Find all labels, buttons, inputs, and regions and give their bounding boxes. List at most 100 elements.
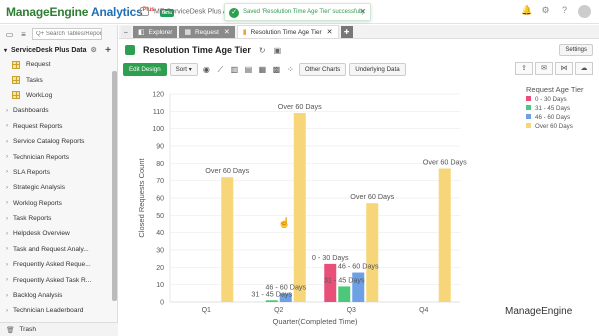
grouped-bar-icon[interactable]: ▩ bbox=[271, 64, 282, 75]
sidebar-folder[interactable]: › Request Reports bbox=[0, 119, 117, 134]
sidebar-folder[interactable]: › Technician Reports bbox=[0, 149, 117, 164]
logo-product: Analytics bbox=[90, 5, 143, 19]
y-tick-label: 30 bbox=[156, 248, 164, 255]
sidebar-item-label: Technician Reports bbox=[13, 153, 70, 161]
sort-button[interactable]: Sort ▾ bbox=[169, 62, 198, 76]
tab-label: Request bbox=[195, 28, 219, 36]
legend-title: Request Age Tier bbox=[526, 85, 584, 94]
chevron-right-icon: › bbox=[6, 277, 8, 284]
refresh-icon[interactable]: ↻ bbox=[259, 46, 266, 55]
sidebar-toolbar: ▭ ≡ bbox=[0, 25, 117, 43]
sidebar-table-request[interactable]: Request bbox=[0, 57, 117, 72]
caret-down-icon[interactable]: ▾ bbox=[4, 47, 7, 54]
sidebar: ▭ ≡ ▾ ServiceDesk Plus Data ⚙ + Request T… bbox=[0, 25, 118, 336]
sidebar-folder[interactable]: › Strategic Analysis bbox=[0, 180, 117, 195]
sort-label: Sort bbox=[175, 65, 188, 73]
tab-list-toggle[interactable]: ⇔ bbox=[121, 26, 131, 38]
sidebar-item-label: Request bbox=[26, 61, 51, 69]
sidebar-folder[interactable]: › SLA Reports bbox=[0, 165, 117, 180]
check-icon: ✓ bbox=[229, 8, 239, 18]
sidebar-item-label: Technician Leaderboard bbox=[13, 307, 84, 315]
top-icons: 🔔 ⚙ ? bbox=[521, 5, 591, 18]
database-node[interactable]: ▾ ServiceDesk Plus Data ⚙ + bbox=[0, 43, 117, 57]
new-tab-button[interactable]: ✚ bbox=[340, 26, 353, 38]
tab-request[interactable]: ▦ Request ✕ bbox=[179, 26, 235, 38]
success-toast: ✓ Saved 'Resolution Time Age Tier' succe… bbox=[224, 3, 371, 21]
menu-icon[interactable]: ≡ bbox=[18, 29, 29, 40]
bar bbox=[221, 177, 234, 302]
data-label: 31 - 45 Days bbox=[251, 289, 292, 298]
sidebar-table-worklog[interactable]: WorkLog bbox=[0, 88, 117, 103]
bar bbox=[293, 113, 306, 302]
export-tools: ⇪ ✉ ⋈ ☁ bbox=[515, 62, 593, 75]
chevron-right-icon: › bbox=[6, 138, 8, 145]
stacked-bar-icon[interactable]: ▤ bbox=[243, 64, 254, 75]
logo-brand: ManageEngine bbox=[6, 5, 89, 19]
report-icon bbox=[125, 45, 135, 55]
top-bar: ManageEngine AnalyticsPlus Beta ME Servi… bbox=[0, 0, 599, 24]
email-icon[interactable]: ✉ bbox=[535, 62, 553, 75]
gear-icon[interactable]: ⚙ bbox=[540, 5, 551, 16]
avatar[interactable] bbox=[578, 5, 591, 18]
close-icon[interactable]: ✕ bbox=[327, 28, 333, 36]
sidebar-scrollbar[interactable] bbox=[112, 71, 117, 301]
tab-label: Explorer bbox=[148, 28, 173, 36]
legend-label: Over 60 Days bbox=[535, 123, 573, 130]
filter-icon[interactable]: ◉ bbox=[201, 64, 212, 75]
sidebar-item-label: Frequently Asked Reque... bbox=[13, 261, 91, 269]
bell-icon[interactable]: 🔔 bbox=[521, 5, 532, 16]
sidebar-folder[interactable]: › Worklog Reports bbox=[0, 196, 117, 211]
report-header: Resolution Time Age Tier ↻ ▣ bbox=[119, 40, 599, 60]
scatter-chart-icon[interactable]: ⁘ bbox=[285, 64, 296, 75]
tab-resolution-time-age-tier[interactable]: ▮ Resolution Time Age Tier ✕ bbox=[236, 25, 339, 38]
tab-explorer[interactable]: ◧ Explorer bbox=[133, 26, 178, 38]
edit-design-button[interactable]: Edit Design bbox=[123, 62, 167, 76]
data-label: Over 60 Days bbox=[278, 102, 322, 111]
chevron-right-icon: › bbox=[6, 307, 8, 314]
x-tick-label: Q2 bbox=[274, 307, 283, 314]
trash-icon: 🗑 bbox=[6, 326, 15, 334]
help-icon[interactable]: ? bbox=[559, 5, 570, 16]
breadcrumb[interactable]: ME ServiceDesk Plus Ana bbox=[140, 7, 235, 16]
sidebar-folder[interactable]: › Backlog Analysis bbox=[0, 288, 117, 303]
legend-label: 31 - 45 Days bbox=[535, 105, 570, 112]
sidebar-folder[interactable]: › Service Catalog Reports bbox=[0, 134, 117, 149]
legend-label: 0 - 30 Days bbox=[535, 96, 567, 103]
trash-item[interactable]: 🗑 Trash bbox=[0, 322, 118, 336]
search-input[interactable] bbox=[32, 28, 102, 40]
underlying-data-button[interactable]: Underlying Data bbox=[349, 62, 406, 76]
bar-chart-icon[interactable]: ▥ bbox=[229, 64, 240, 75]
gear-icon[interactable]: ⚙ bbox=[91, 46, 97, 54]
sidebar-folder[interactable]: › Frequently Asked Task R... bbox=[0, 272, 117, 287]
sidebar-folder[interactable]: › Task and Request Analy... bbox=[0, 242, 117, 257]
settings-button[interactable]: Settings bbox=[559, 44, 593, 56]
column-chart-icon[interactable]: ▦ bbox=[257, 64, 268, 75]
page-title: Resolution Time Age Tier bbox=[143, 45, 251, 55]
sidebar-folder[interactable]: › Task Reports bbox=[0, 211, 117, 226]
bar bbox=[438, 168, 451, 302]
bar bbox=[265, 300, 278, 302]
sidebar-table-tasks[interactable]: Tasks bbox=[0, 72, 117, 87]
y-tick-label: 70 bbox=[156, 178, 164, 185]
sidebar-item-label: Task and Request Analy... bbox=[13, 245, 89, 253]
data-label: 31 - 45 Days bbox=[324, 275, 365, 284]
line-chart-icon[interactable]: ⟋ bbox=[215, 64, 226, 75]
chart-icon: ▮ bbox=[242, 29, 247, 36]
chevron-right-icon: › bbox=[6, 292, 8, 299]
sidebar-item-label: WorkLog bbox=[26, 91, 53, 99]
sidebar-folder[interactable]: › Dashboards bbox=[0, 103, 117, 118]
sidebar-folder[interactable]: › Frequently Asked Reque... bbox=[0, 257, 117, 272]
export-icon[interactable]: ⇪ bbox=[515, 62, 533, 75]
add-icon[interactable]: + bbox=[105, 45, 111, 56]
close-icon[interactable]: ✕ bbox=[359, 7, 366, 16]
save-icon[interactable]: ▣ bbox=[274, 46, 282, 55]
other-charts-button[interactable]: Other Charts bbox=[298, 62, 347, 76]
sidebar-folder[interactable]: › Helpdesk Overview bbox=[0, 226, 117, 241]
sidebar-folder[interactable]: › Technician Leaderboard bbox=[0, 303, 117, 318]
data-label: 0 - 30 Days bbox=[312, 253, 349, 262]
table-icon: ▦ bbox=[184, 29, 192, 36]
folder-icon[interactable]: ▭ bbox=[4, 29, 15, 40]
close-icon[interactable]: ✕ bbox=[224, 28, 230, 36]
publish-icon[interactable]: ☁ bbox=[575, 62, 593, 75]
share-icon[interactable]: ⋈ bbox=[555, 62, 573, 75]
